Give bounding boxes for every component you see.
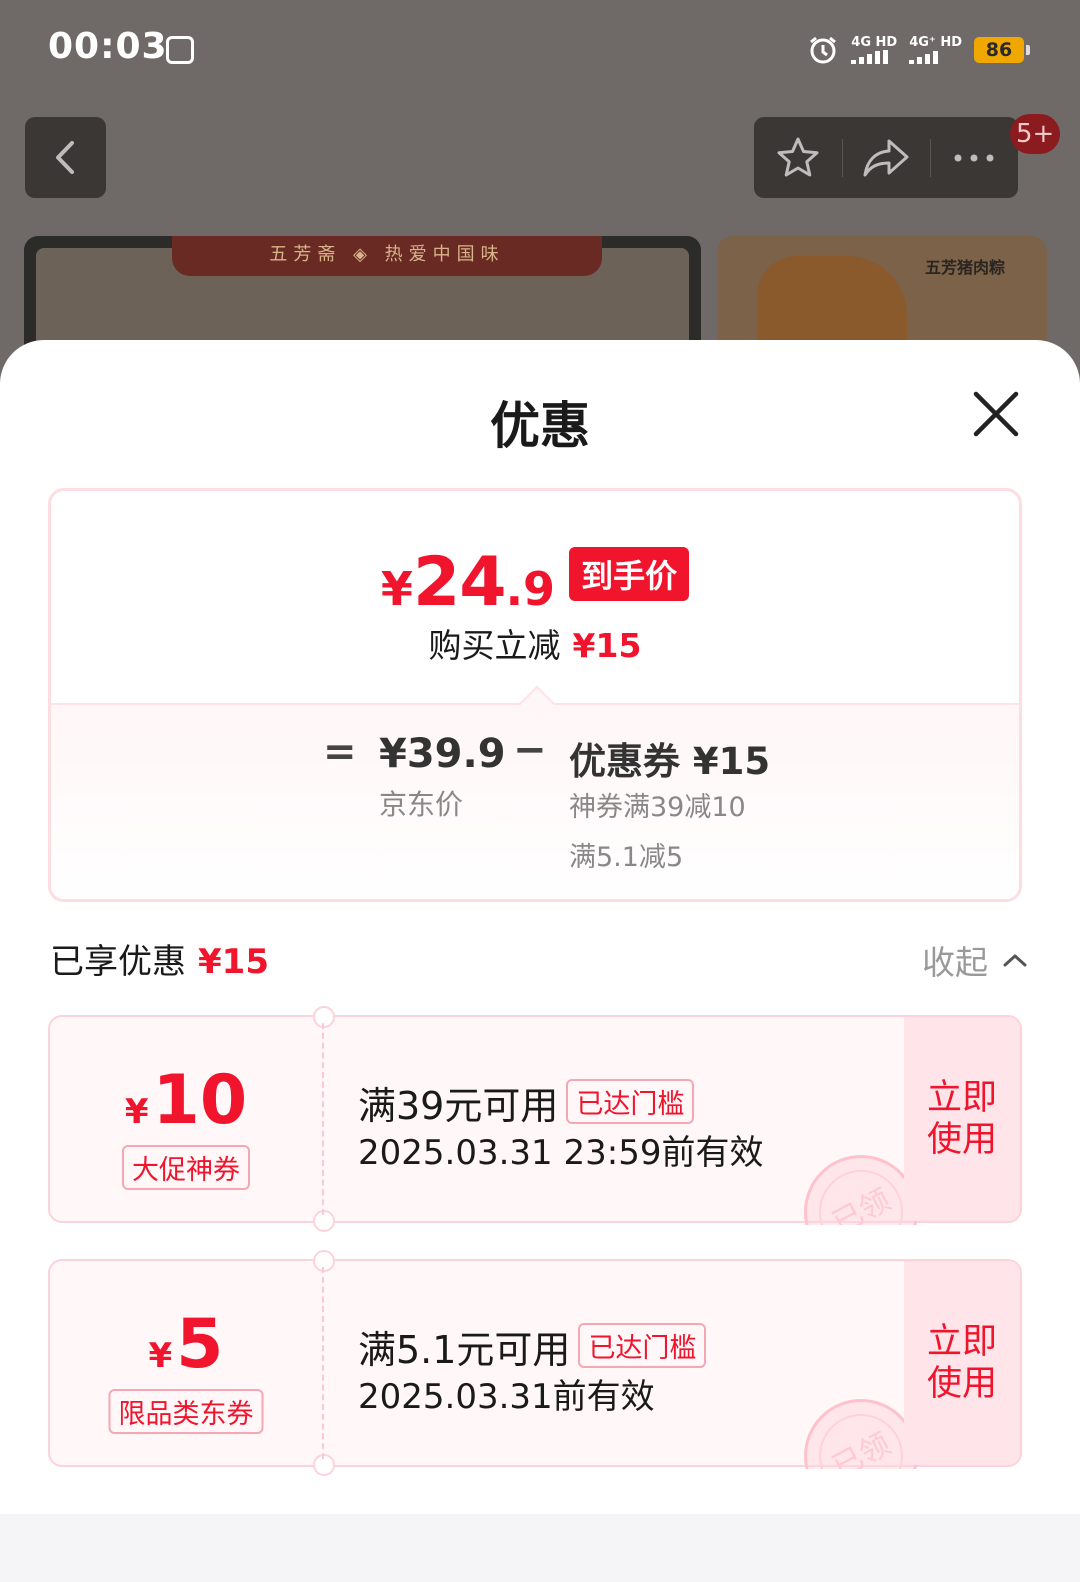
coupon-condition-text: 满39元可用 [358,1084,559,1128]
status-indicators: 4G HD 4G⁺ HD 86 [807,32,1030,68]
coupon-total: 优惠券 ¥15 [569,740,771,783]
coupon-condition: 满39元可用 已达门槛 [358,1075,695,1130]
final-price-section: ¥24.9 到手价 购买立减 ¥15 [51,491,1019,703]
signal-icon-2: 4G⁺ HD [909,36,962,64]
final-price-tag: 到手价 [569,547,690,601]
coupon-amount-number: 5 [176,1305,224,1384]
price-currency: ¥ [380,562,413,616]
saving-amount: ¥15 [572,626,642,665]
network-label-1: 4G HD [851,35,898,50]
chevron-up-icon [1003,954,1027,967]
coupon-amount: ¥10 [50,1061,322,1140]
equals-sign: = [323,729,357,775]
enjoyed-amount: ¥15 [198,942,269,982]
battery-icon: 86 [974,37,1030,63]
coupon-type: 限品类东券 [108,1389,264,1434]
use-now-button[interactable]: 立即使用 [904,1017,1020,1221]
coupon-validity: 2025.03.31 23:59前有效 [358,1133,764,1173]
coupon-type: 大促神券 [122,1145,250,1190]
close-icon [973,391,1019,437]
price-breakdown: = ¥39.9 京东价 − 优惠券 ¥15 神券满39减10 满5.1减5 [51,685,1019,899]
enjoyed-label: 已享优惠 [50,942,186,982]
discount-sheet: 优惠 ¥24.9 到手价 购买立减 ¥15 = ¥39.9 京东价 − 优惠券 ¥1… [0,340,1080,1582]
coupon-currency: ¥ [148,1336,173,1376]
minus-sign: − [513,727,547,773]
coupon-card: ¥10 大促神券 满39元可用 已达门槛 2025.03.31 23:59前有效 … [48,1006,1022,1232]
coupon-condition: 满5.1元可用 已达门槛 [358,1319,707,1374]
network-label-2: 4G⁺ HD [909,35,962,50]
coupon-amount-number: 10 [152,1061,248,1140]
price-integer: 24 [412,543,507,622]
share-icon [863,139,909,176]
alarm-icon [810,36,837,64]
final-price: ¥24.9 到手价 [51,543,1019,622]
jd-price: ¥39.9 [379,731,506,777]
price-decimal: .9 [505,562,556,616]
status-time: 00:03 [48,26,168,67]
close-button[interactable] [968,386,1024,442]
favorite-button[interactable] [754,117,842,198]
coupon-value: ¥10 大促神券 [50,1017,322,1221]
price-summary-card: ¥24.9 到手价 购买立减 ¥15 = ¥39.9 京东价 − 优惠券 ¥15 神… [48,488,1022,902]
message-badge: 5+ [1010,114,1061,154]
threshold-tag: 已达门槛 [566,1079,695,1124]
side-banner-title: 五芳猪肉粽 [925,258,1006,277]
collapse-button[interactable]: 收起 [922,936,1028,984]
back-button[interactable] [25,117,106,198]
enjoyed-discount: 已享优惠 ¥15 [50,934,269,983]
threshold-tag: 已达门槛 [578,1323,707,1368]
coupon-value: ¥5 限品类东券 [50,1261,322,1465]
jd-price-label: 京东价 [379,788,464,821]
more-button[interactable] [930,117,1018,198]
coupon-condition-text: 满5.1元可用 [358,1328,571,1372]
coupon-card: ¥5 限品类东券 满5.1元可用 已达门槛 2025.03.31前有效 已领 立即… [48,1250,1022,1476]
more-icon [954,154,994,161]
share-button[interactable] [842,117,930,198]
use-now-label: 立即使用 [926,1322,997,1404]
coupon-detail-1: 神券满39减10 [569,792,746,823]
coupon-amount: ¥5 [50,1305,322,1384]
coupon-validity: 2025.03.31前有效 [358,1377,655,1417]
sheet-title: 优惠 [490,397,590,455]
use-now-label: 立即使用 [926,1078,997,1160]
coupon-divider [322,1023,324,1215]
use-now-button[interactable]: 立即使用 [904,1261,1020,1465]
bottom-strip [0,1514,1080,1582]
saving-label: 购买立减 [428,626,561,665]
coupon-currency: ¥ [124,1092,149,1132]
coupon-detail-2: 满5.1减5 [569,842,684,873]
coupon-divider [322,1267,324,1459]
back-icon [56,141,74,174]
brand-banner-text: 五芳斋 ◈ 热爱中国味 [172,236,602,276]
star-icon [777,137,819,176]
status-bar: 00:03 4G HD 4G⁺ HD 86 [0,0,1080,100]
top-actions [754,117,1018,198]
saving-line: 购买立减 ¥15 [51,619,1019,667]
signal-icon: 4G HD [851,36,897,64]
collapse-label: 收起 [922,943,988,982]
app-icon [166,36,194,64]
